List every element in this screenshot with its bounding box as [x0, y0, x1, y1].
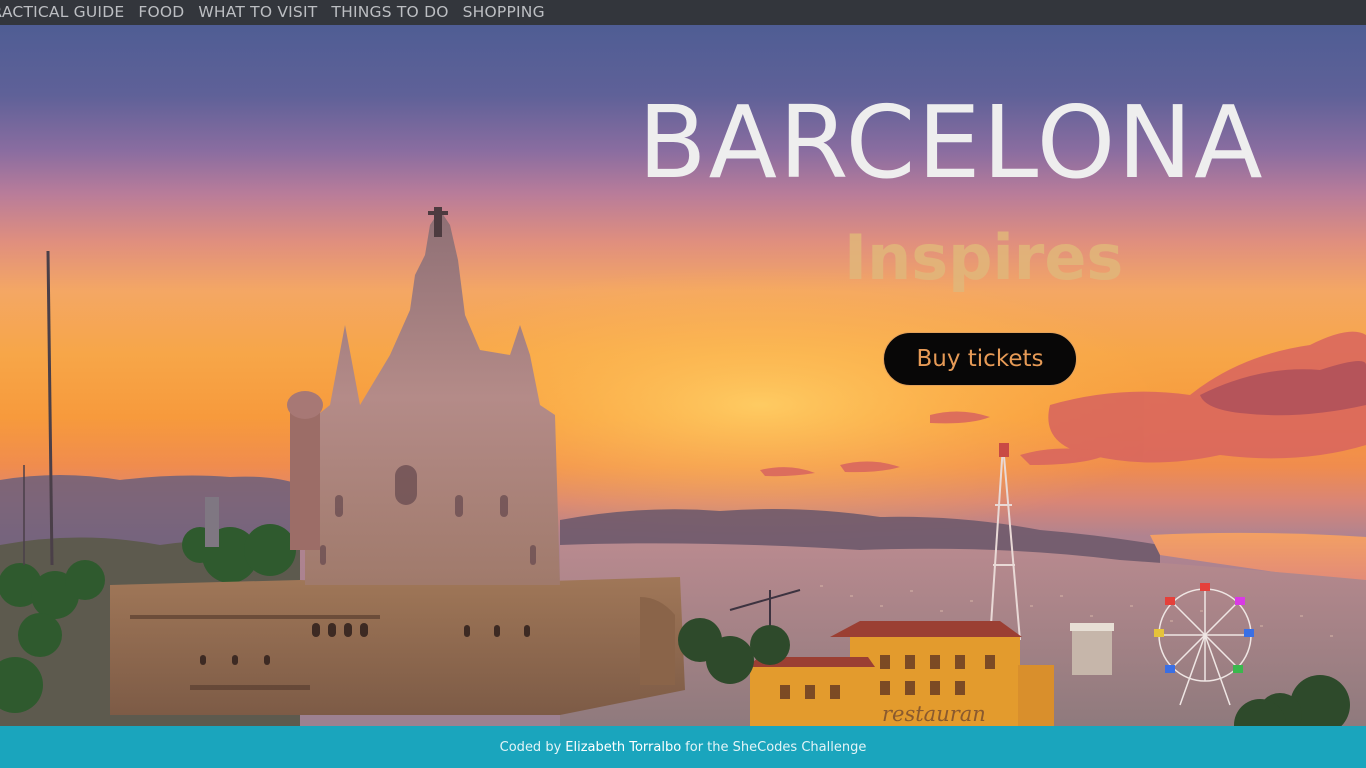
- buy-tickets-button[interactable]: Buy tickets: [883, 332, 1077, 386]
- nav-item-food[interactable]: FOOD: [138, 3, 184, 21]
- nav-item-practical-guide[interactable]: PRACTICAL GUIDE: [0, 3, 124, 21]
- nav-item-things-to-do[interactable]: THINGS TO DO: [331, 3, 448, 21]
- footer-suffix: for the SheCodes Challenge: [685, 739, 867, 755]
- page: PRACTICAL GUIDE FOOD WHAT TO VISIT THING…: [0, 0, 1366, 768]
- hero-title: BARCELONA: [638, 84, 1265, 201]
- nav-list: PRACTICAL GUIDE FOOD WHAT TO VISIT THING…: [0, 3, 545, 21]
- author-link[interactable]: Elizabeth Torralbo: [565, 740, 681, 755]
- hero-section: restauran BARCELONA Inspires Buy tickets: [0, 25, 1366, 726]
- footer: Coded by Elizabeth Torralbo for the SheC…: [0, 726, 1366, 768]
- restaurant-sign: restauran: [882, 702, 986, 726]
- footer-prefix: Coded by: [499, 739, 562, 755]
- nav-item-shopping[interactable]: SHOPPING: [463, 3, 545, 21]
- top-navigation: PRACTICAL GUIDE FOOD WHAT TO VISIT THING…: [0, 0, 1366, 25]
- nav-item-what-to-visit[interactable]: WHAT TO VISIT: [198, 3, 317, 21]
- hero-subtitle: Inspires: [844, 221, 1124, 294]
